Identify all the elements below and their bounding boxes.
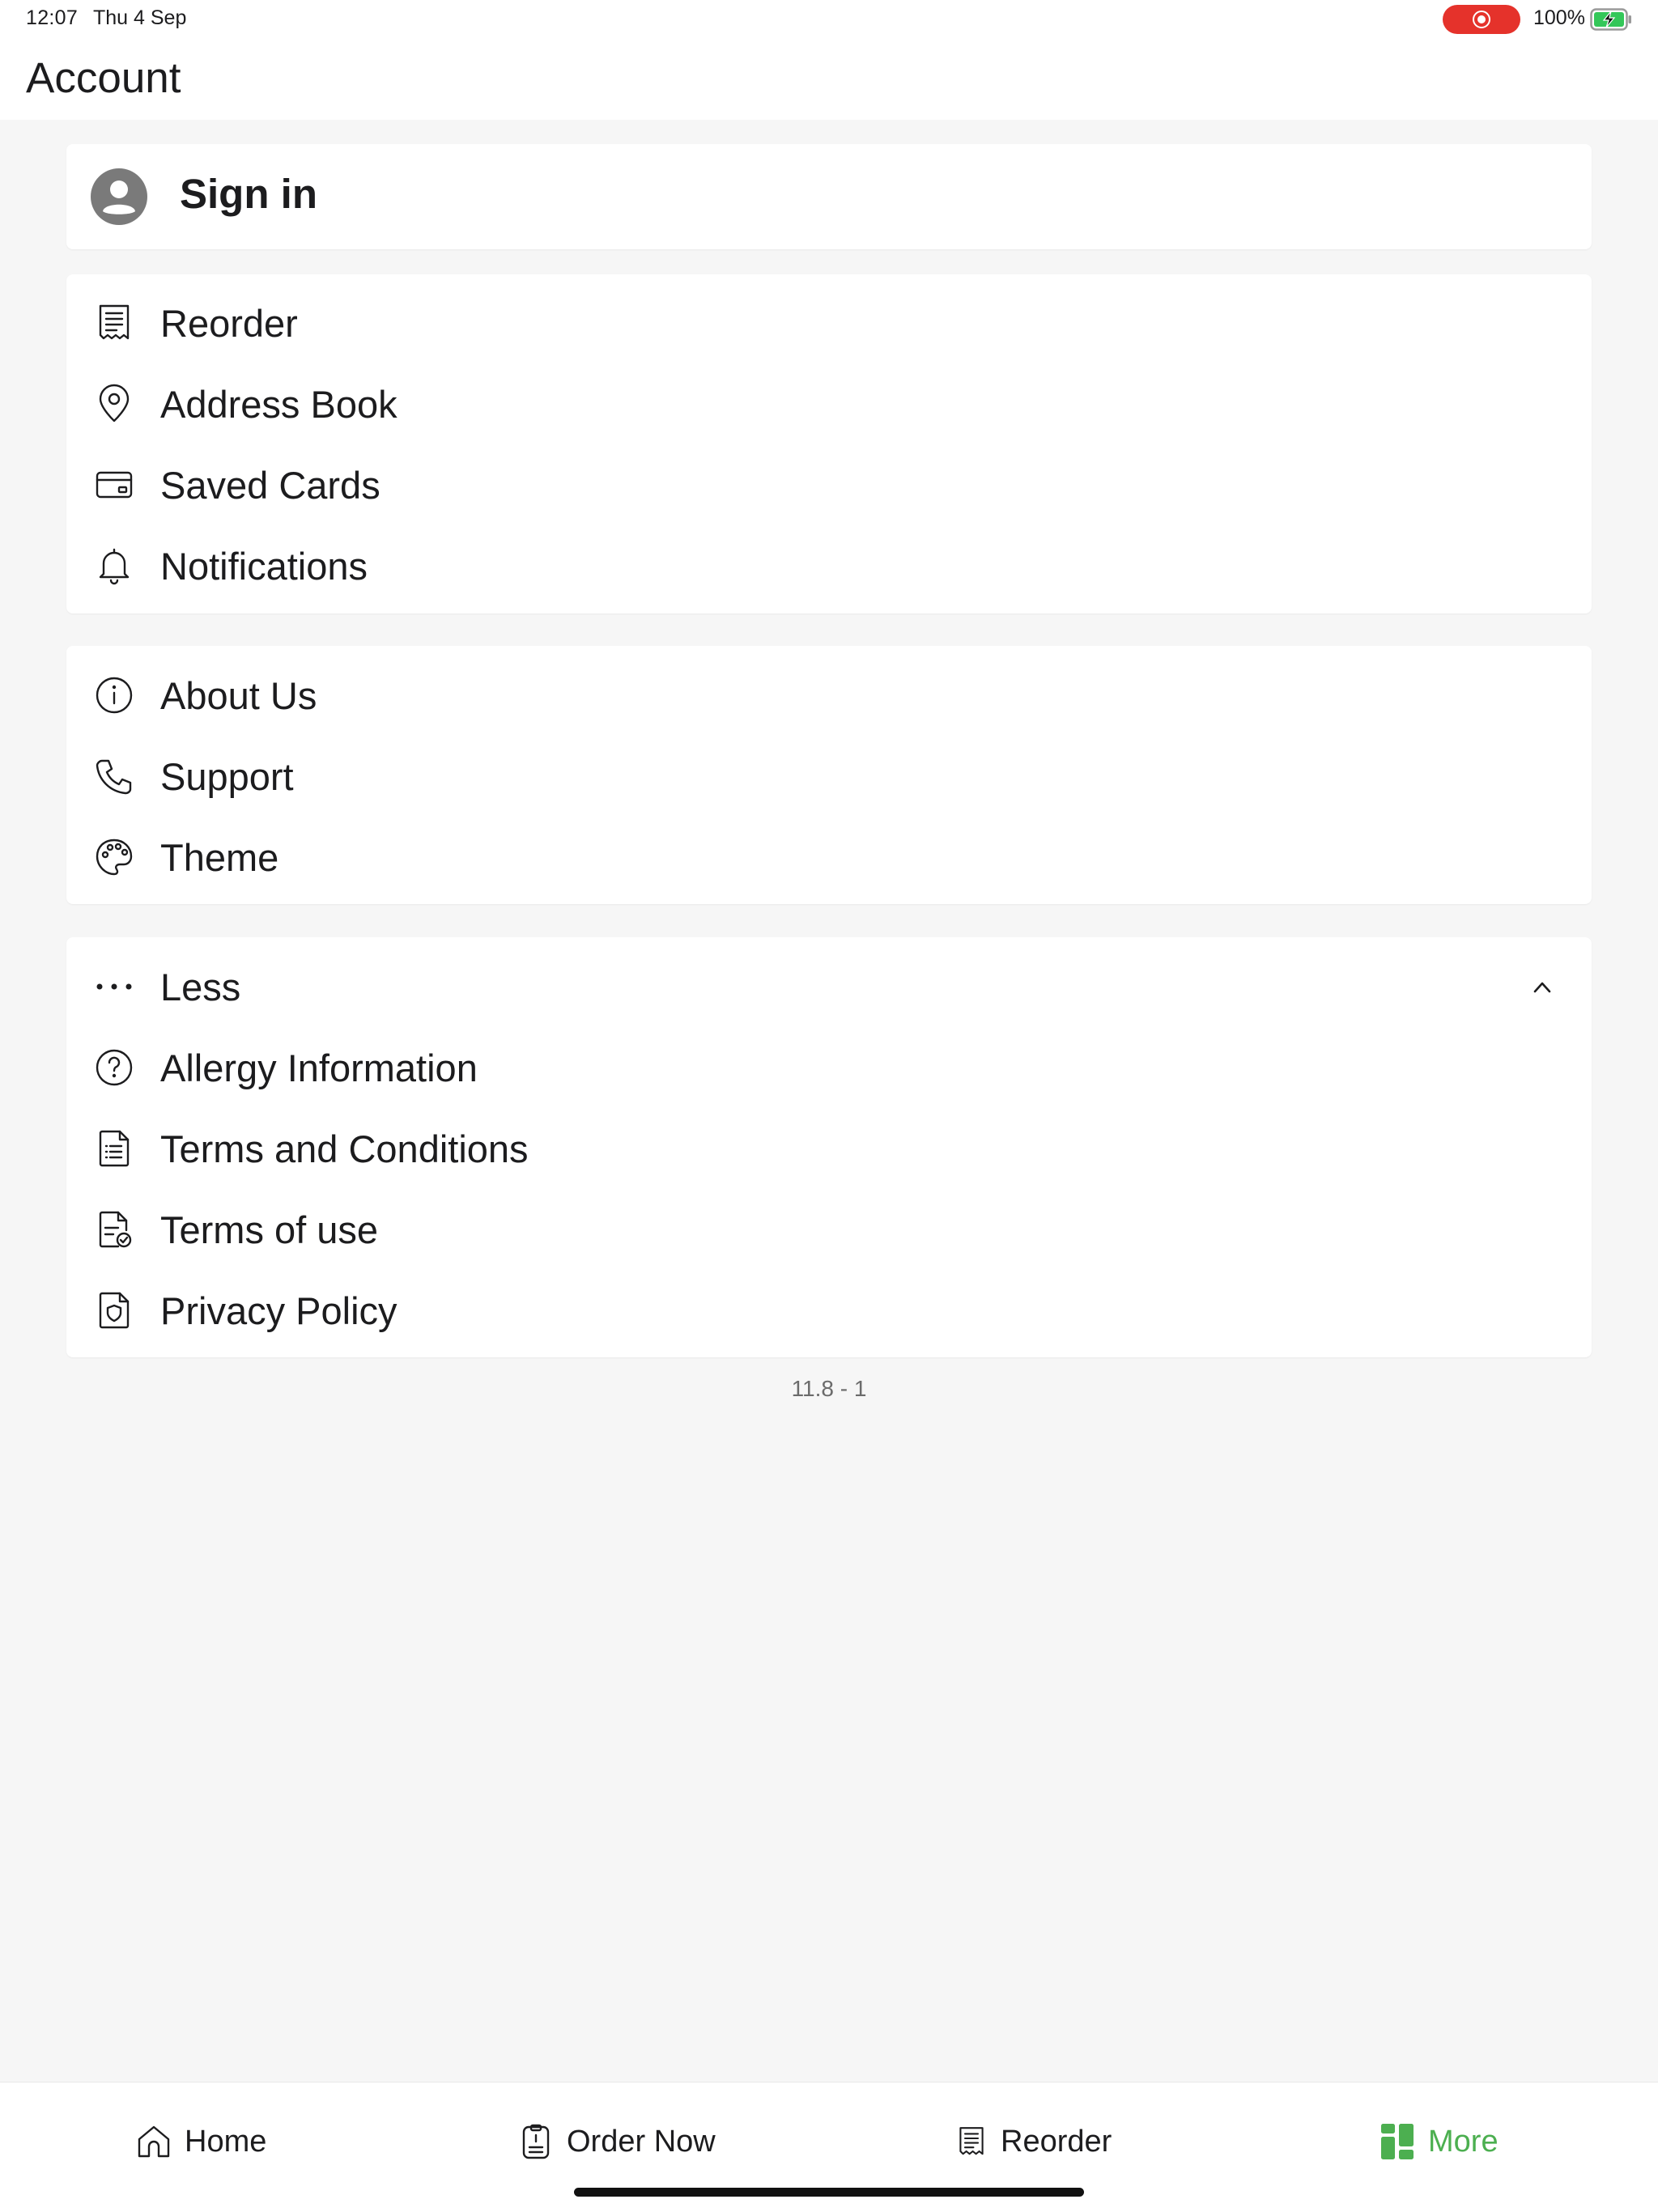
tab-order-now[interactable]: Order Now: [567, 2124, 716, 2159]
order-icon: [522, 2124, 550, 2159]
info-icon: [96, 677, 133, 714]
document-list-icon: [99, 1130, 130, 1167]
record-icon: [1473, 11, 1490, 28]
credit-card-icon: [96, 471, 133, 499]
page-title: Account: [26, 54, 181, 102]
tab-reorder[interactable]: Reorder: [1001, 2124, 1112, 2159]
menu-item-saved-cards[interactable]: Saved Cards: [160, 461, 380, 510]
menu-item-terms-and-conditions[interactable]: Terms and Conditions: [160, 1125, 529, 1174]
tab-home[interactable]: Home: [185, 2124, 266, 2159]
battery-percentage: 100%: [1533, 6, 1585, 29]
receipt-icon: [99, 304, 130, 340]
home-indicator: [574, 2188, 1084, 2197]
document-check-icon: [99, 1211, 132, 1248]
sign-in-label[interactable]: Sign in: [180, 170, 317, 218]
menu-item-privacy-policy[interactable]: Privacy Policy: [160, 1287, 397, 1335]
battery-charging-icon: [1590, 8, 1631, 31]
menu-item-theme[interactable]: Theme: [160, 834, 278, 882]
menu-item-terms-of-use[interactable]: Terms of use: [160, 1206, 378, 1255]
menu-item-notifications[interactable]: Notifications: [160, 542, 368, 591]
home-icon: [138, 2125, 170, 2158]
ellipsis-icon: [96, 983, 132, 990]
chevron-up-icon[interactable]: [1530, 975, 1554, 1000]
menu-item-allergy-information[interactable]: Allergy Information: [160, 1044, 478, 1093]
user-avatar-icon: [91, 168, 147, 225]
receipt-tab-icon: [959, 2127, 984, 2155]
menu-item-reorder[interactable]: Reorder: [160, 299, 298, 348]
shield-document-icon: [99, 1292, 130, 1329]
palette-icon: [96, 839, 133, 876]
menu-item-support[interactable]: Support: [160, 753, 294, 801]
screen-recording-indicator[interactable]: [1443, 5, 1520, 34]
question-circle-icon: [96, 1049, 133, 1086]
tab-more[interactable]: More: [1428, 2124, 1499, 2159]
phone-icon: [96, 759, 132, 795]
status-time: 12:07: [26, 6, 79, 29]
bell-icon: [99, 548, 130, 585]
menu-item-address-book[interactable]: Address Book: [160, 380, 397, 429]
app-version: 11.8 - 1: [791, 1376, 867, 1401]
menu-item-about-us[interactable]: About Us: [160, 672, 317, 720]
grid-icon: [1381, 2124, 1414, 2159]
top-bar: [0, 0, 1658, 120]
location-pin-icon: [99, 384, 130, 422]
less-toggle[interactable]: Less: [160, 963, 240, 1012]
status-date: Thu 4 Sep: [93, 6, 187, 29]
